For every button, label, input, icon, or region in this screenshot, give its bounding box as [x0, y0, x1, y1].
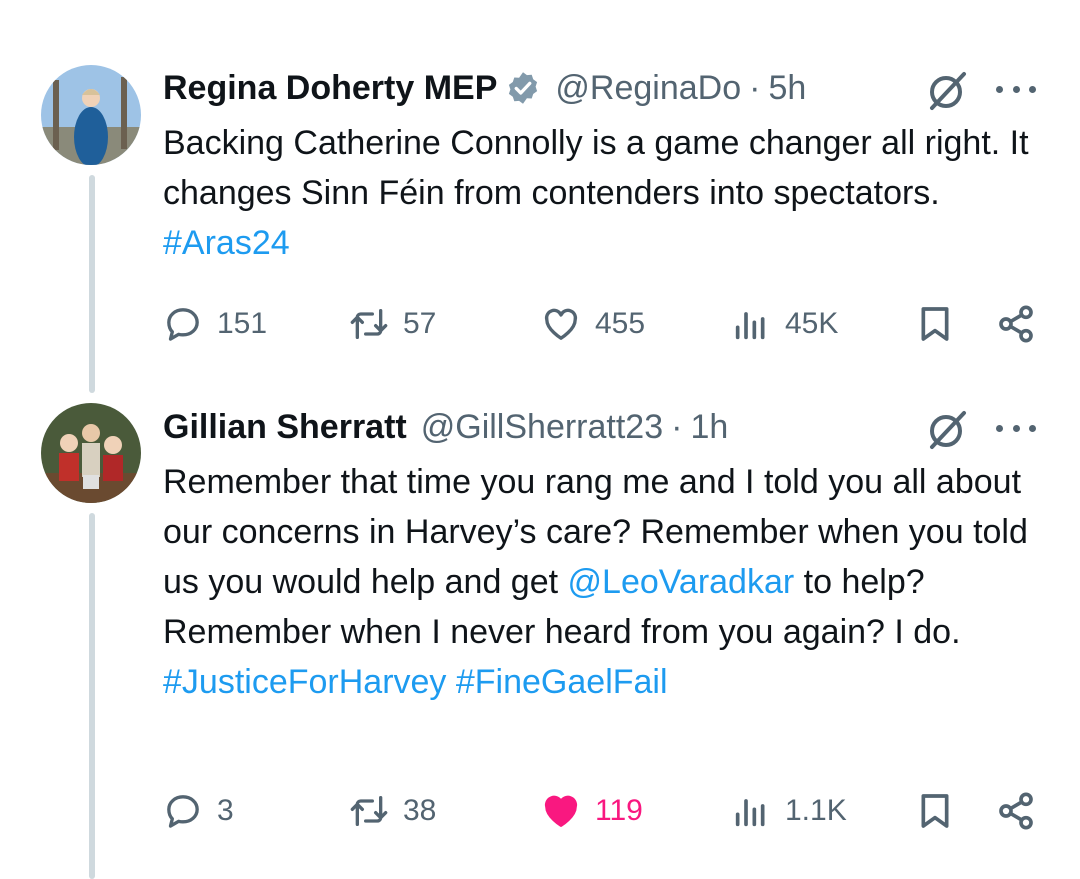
- author-handle[interactable]: @ReginaDo: [555, 69, 741, 108]
- grok-icon[interactable]: [926, 68, 970, 112]
- separator-dot: ·: [671, 407, 683, 446]
- views-count: 1.1K: [785, 794, 847, 827]
- repost-count: 57: [403, 307, 437, 340]
- reply-icon: [167, 308, 199, 341]
- like-button[interactable]: 119: [541, 786, 643, 836]
- tweet-text: Remember that time you rang me and I tol…: [163, 457, 1033, 707]
- action-bar: 3 38 119 1.1K: [163, 786, 1043, 836]
- share-button[interactable]: [996, 786, 1036, 836]
- avatar[interactable]: [41, 65, 141, 165]
- reply-icon: [167, 795, 199, 828]
- text-segment: [446, 663, 455, 701]
- repost-button[interactable]: 57: [349, 299, 436, 349]
- bookmark-button[interactable]: [915, 299, 955, 349]
- tweet-header: Regina Doherty MEP @ReginaDo · 5h: [163, 63, 806, 113]
- reply-button[interactable]: 3: [163, 786, 234, 836]
- bookmark-icon: [921, 307, 949, 341]
- repost-icon: [350, 309, 388, 339]
- like-count: 455: [595, 307, 646, 340]
- action-bar: 151 57 455 45K: [163, 299, 1043, 349]
- reply-count: 151: [217, 307, 268, 340]
- separator-dot: ·: [749, 68, 761, 107]
- more-icon[interactable]: [996, 82, 1036, 96]
- views-icon: [735, 312, 765, 340]
- bookmark-button[interactable]: [915, 786, 955, 836]
- author-handle[interactable]: @GillSherratt23: [421, 408, 663, 447]
- bookmark-icon: [921, 794, 949, 828]
- like-icon: [544, 795, 578, 827]
- author-name[interactable]: Gillian Sherratt: [163, 408, 407, 447]
- share-icon: [999, 305, 1033, 343]
- repost-count: 38: [403, 794, 437, 827]
- author-name[interactable]: Regina Doherty MEP: [163, 69, 497, 108]
- share-button[interactable]: [996, 299, 1036, 349]
- like-count: 119: [595, 794, 643, 827]
- views-button[interactable]: 45K: [731, 299, 838, 349]
- avatar[interactable]: [41, 403, 141, 503]
- grok-icon[interactable]: [926, 407, 970, 451]
- like-icon: [544, 308, 578, 340]
- views-count: 45K: [785, 307, 839, 340]
- tweet-header: Gillian Sherratt @GillSherratt23 · 1h: [163, 402, 728, 452]
- hashtag-link[interactable]: #JusticeForHarvey: [163, 663, 446, 701]
- verified-badge-icon: [505, 70, 541, 106]
- tweet[interactable]: Regina Doherty MEP @ReginaDo · 5h Backin…: [0, 0, 1080, 393]
- mention-link[interactable]: @LeoVaradkar: [568, 563, 795, 601]
- reply-button[interactable]: 151: [163, 299, 267, 349]
- share-icon: [999, 792, 1033, 830]
- hashtag-link[interactable]: #FineGaelFail: [456, 663, 668, 701]
- hashtag-link[interactable]: #Aras24: [163, 224, 290, 262]
- tweet-text: Backing Catherine Connolly is a game cha…: [163, 118, 1033, 268]
- repost-button[interactable]: 38: [349, 786, 436, 836]
- more-icon[interactable]: [996, 421, 1036, 435]
- views-icon: [735, 799, 765, 827]
- like-button[interactable]: 455: [541, 299, 645, 349]
- timestamp[interactable]: 1h: [690, 408, 728, 447]
- timestamp[interactable]: 5h: [768, 69, 806, 108]
- tweet[interactable]: Gillian Sherratt @GillSherratt23 · 1h Re…: [0, 393, 1080, 879]
- text-segment: Backing Catherine Connolly is a game cha…: [163, 124, 1029, 212]
- reply-count: 3: [217, 794, 234, 827]
- repost-icon: [350, 796, 388, 826]
- views-button[interactable]: 1.1K: [731, 786, 847, 836]
